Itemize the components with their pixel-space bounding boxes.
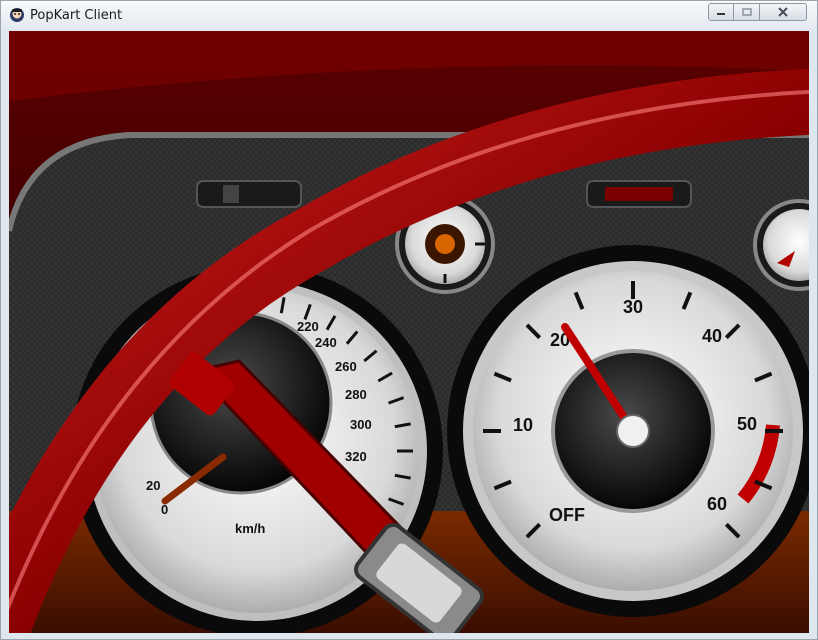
- title-bar[interactable]: PopKart Client: [1, 1, 817, 30]
- maximize-button[interactable]: [733, 3, 760, 21]
- fuel-tick-label: 60: [707, 494, 727, 514]
- left-vent: [196, 180, 302, 208]
- maximize-icon: [741, 8, 752, 16]
- close-button[interactable]: [759, 3, 807, 21]
- speed-tick-label: 300: [350, 417, 372, 432]
- close-icon: [778, 7, 788, 17]
- fuel-tick-label: 40: [702, 326, 722, 346]
- fuel-tick-label: 50: [737, 414, 757, 434]
- speed-unit-label: km/h: [235, 521, 265, 536]
- minimize-icon: [717, 13, 725, 15]
- speed-tick-label: 260: [335, 359, 357, 374]
- vent-slider: [223, 185, 239, 203]
- speed-tick-label: 320: [345, 449, 367, 464]
- speed-tick-label: 220: [297, 319, 319, 334]
- speed-tick-label: 20: [146, 478, 160, 493]
- fuel-tick-label: 10: [513, 415, 533, 435]
- speed-tick-label: 280: [345, 387, 367, 402]
- speed-tick-label: 240: [315, 335, 337, 350]
- warning-light: [605, 187, 673, 201]
- dashboard-scene: 220 240 260 280 300 320 20 0 km/h OFF 10…: [9, 31, 809, 633]
- fuel-tick-label: OFF: [549, 505, 585, 525]
- fuel-tick-label: 30: [623, 297, 643, 317]
- needle-cap: [616, 414, 650, 448]
- window-title: PopKart Client: [30, 8, 123, 23]
- fuel-gauge: OFF 10 20 30 40 50 60: [447, 245, 809, 617]
- minimize-button[interactable]: [708, 3, 734, 21]
- game-viewport[interactable]: 220 240 260 280 300 320 20 0 km/h OFF 10…: [9, 31, 809, 633]
- app-window: PopKart Client 220 240 260 280 300 320 2…: [0, 0, 818, 640]
- popkart-app-icon: [10, 8, 24, 22]
